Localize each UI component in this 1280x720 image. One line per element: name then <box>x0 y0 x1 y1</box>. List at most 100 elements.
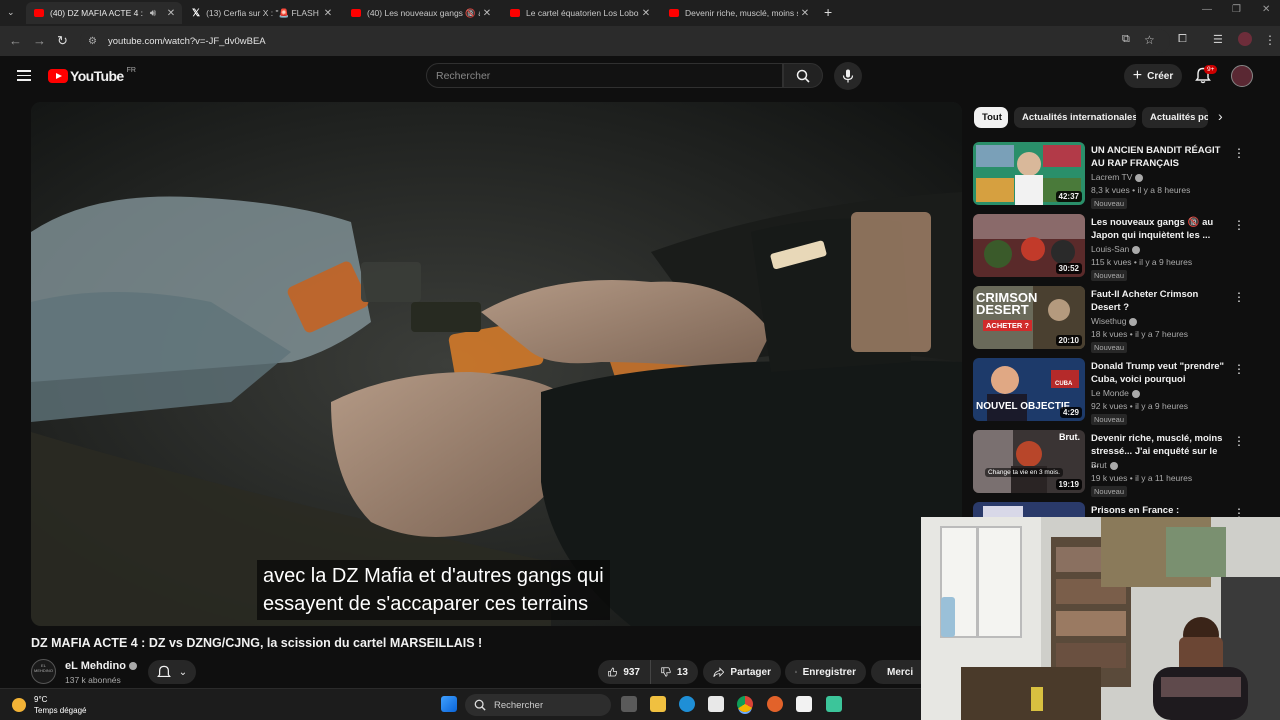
create-button[interactable]: + Créer <box>1124 64 1182 88</box>
video-player[interactable]: avec la DZ Mafia et d'autres gangs qui e… <box>31 102 962 626</box>
recommendation-channel: Le Monde <box>1091 388 1140 398</box>
browser-toolbar: ← → ↻ ⚙︎ youtube.com/watch?v=-JF_dv0wBEA… <box>0 26 1280 56</box>
streamlabs-icon[interactable] <box>826 696 842 712</box>
video-thumbnail[interactable]: CUBA NOUVEL OBJECTIF 4:29 <box>973 358 1085 421</box>
recommendation-item[interactable]: 42:37 UN ANCIEN BANDIT RÉAGIT AU RAP FRA… <box>973 142 1248 209</box>
youtube-logo[interactable]: YouTube FR <box>48 67 136 84</box>
minimize-window-icon[interactable]: — <box>1202 4 1212 15</box>
channel-name[interactable]: eL Mehdino <box>65 660 137 672</box>
close-tab-icon[interactable]: ✕ <box>321 8 335 19</box>
video-thumbnail[interactable]: 42:37 <box>973 142 1085 205</box>
profile-avatar-icon[interactable] <box>1238 32 1252 46</box>
weather-widget[interactable]: 9°C Temps dégagé <box>12 694 86 716</box>
chip-actualites-politiques[interactable]: Actualités po <box>1142 107 1208 128</box>
thanks-button[interactable]: $ Merci <box>871 660 921 684</box>
recommendation-title[interactable]: Faut-Il Acheter Crimson Desert ? <box>1091 288 1227 314</box>
tab-devenir-riche[interactable]: Devenir riche, musclé, moins st ✕ <box>661 2 816 24</box>
chrome-icon[interactable] <box>737 696 753 712</box>
x-favicon-icon: 𝕏 <box>192 7 201 19</box>
bookmark-star-icon[interactable]: ☆ <box>1144 33 1155 47</box>
recommendation-title[interactable]: Donald Trump veut "prendre" Cuba, voici … <box>1091 360 1227 386</box>
microphone-icon <box>842 69 854 83</box>
more-options-icon[interactable]: ⋮ <box>1233 290 1245 304</box>
forward-arrow-icon[interactable]: → <box>33 33 46 48</box>
recommendation-meta: 115 k vues • il y a 9 heures <box>1091 257 1193 267</box>
webcam-overlay <box>921 517 1280 720</box>
firefox-icon[interactable] <box>767 696 783 712</box>
chevron-down-icon: ⌄ <box>178 666 188 678</box>
save-button[interactable]: Enregistrer <box>785 660 866 684</box>
tab-groups-icon[interactable]: ☰ <box>1213 33 1223 46</box>
more-options-icon[interactable]: ⋮ <box>1233 434 1245 448</box>
voice-search-button[interactable] <box>834 62 862 90</box>
new-tab-button[interactable]: + <box>824 4 832 20</box>
share-button[interactable]: Partager <box>703 660 781 684</box>
close-tab-icon[interactable]: ✕ <box>639 8 653 19</box>
url-text[interactable]: youtube.com/watch?v=-JF_dv0wBEA <box>108 36 266 47</box>
windows-start-icon[interactable] <box>441 696 457 712</box>
plus-icon: + <box>1132 67 1143 84</box>
notifications-button[interactable]: 9+ <box>1195 65 1218 89</box>
reload-icon[interactable]: ↻ <box>57 33 68 49</box>
channel-avatar[interactable]: EL MEHDINO <box>31 659 56 684</box>
verified-badge-icon <box>1132 245 1141 254</box>
account-avatar[interactable] <box>1231 65 1253 87</box>
tab-search-chevron-icon[interactable]: ⌄ <box>7 7 15 18</box>
file-explorer-icon[interactable] <box>650 696 666 712</box>
recommendation-item[interactable]: CUBA NOUVEL OBJECTIF 4:29 Donald Trump v… <box>973 358 1248 425</box>
new-badge: Nouveau <box>1091 198 1128 209</box>
more-options-icon[interactable]: ⋮ <box>1233 362 1245 376</box>
more-options-icon[interactable]: ⋮ <box>1233 146 1245 160</box>
dislike-button[interactable]: 13 <box>650 660 698 684</box>
hamburger-menu-icon[interactable] <box>17 70 31 81</box>
close-tab-icon[interactable]: ✕ <box>164 8 178 19</box>
site-info-icon[interactable]: ⚙︎ <box>88 36 100 47</box>
browser-menu-icon[interactable]: ⋮ <box>1264 33 1276 47</box>
recommendation-title[interactable]: UN ANCIEN BANDIT RÉAGIT AU RAP FRANÇAIS <box>1091 144 1227 170</box>
chip-actualites-internationales[interactable]: Actualités internationales <box>1014 107 1136 128</box>
recommendation-item[interactable]: Brut. Change ta vie en 3 mois. 19:19 Dev… <box>973 430 1248 497</box>
more-options-icon[interactable]: ⋮ <box>1233 218 1245 232</box>
recommendation-meta: 18 k vues • il y a 7 heures <box>1091 329 1188 339</box>
search-input[interactable]: Rechercher <box>426 63 783 88</box>
tab-los-lobos[interactable]: Le cartel équatorien Los Lobos ✕ <box>502 2 657 24</box>
new-badge: Nouveau <box>1091 270 1128 281</box>
address-bar[interactable]: ⚙︎ youtube.com/watch?v=-JF_dv0wBEA <box>80 29 1170 53</box>
recommendation-item[interactable]: CRIMSON DESERT ACHETER ? 20:10 Faut-Il A… <box>973 286 1248 353</box>
microsoft-store-icon[interactable] <box>708 696 724 712</box>
video-title: DZ MAFIA ACTE 4 : DZ vs DZNG/CJNG, la sc… <box>31 636 483 650</box>
task-view-icon[interactable] <box>621 696 637 712</box>
close-tab-icon[interactable]: ✕ <box>480 8 494 19</box>
close-tab-icon[interactable]: ✕ <box>798 8 812 19</box>
recommendation-meta: 8,3 k vues • il y a 8 heures <box>1091 185 1191 195</box>
tab-cerfia[interactable]: 𝕏 (13) Cerfia sur X : "🚨 FLASH ✕ <box>184 2 339 24</box>
maximize-window-icon[interactable]: ❐ <box>1232 4 1241 15</box>
capcut-icon[interactable] <box>796 696 812 712</box>
tab-nouveaux-gangs[interactable]: (40) Les nouveaux gangs 🔞 au ✕ <box>343 2 498 24</box>
search-button[interactable] <box>783 63 823 88</box>
subscriber-count: 137 k abonnés <box>65 675 121 685</box>
edge-browser-icon[interactable] <box>679 696 695 712</box>
install-app-icon[interactable]: ⧉ <box>1122 33 1130 46</box>
new-badge: Nouveau <box>1091 414 1128 425</box>
subscribe-notification-button[interactable]: ⌄ <box>148 660 196 684</box>
recommendation-title[interactable]: Les nouveaux gangs 🔞 au Japon qui inquiè… <box>1091 216 1227 242</box>
chips-next-chevron-icon[interactable]: › <box>1218 108 1223 124</box>
recommendation-item[interactable]: 30:52 Les nouveaux gangs 🔞 au Japon qui … <box>973 214 1248 281</box>
like-button[interactable]: 937 <box>598 660 650 684</box>
speaker-icon[interactable]: 🔊︎ <box>146 8 160 19</box>
back-arrow-icon[interactable]: ← <box>9 33 22 48</box>
close-window-icon[interactable]: ✕ <box>1262 4 1270 15</box>
video-thumbnail[interactable]: 30:52 <box>973 214 1085 277</box>
windows-taskbar: 9°C Temps dégagé Rechercher <box>0 688 921 720</box>
video-thumbnail[interactable]: Brut. Change ta vie en 3 mois. 19:19 <box>973 430 1085 493</box>
tab-dz-mafia[interactable]: (40) DZ MAFIA ACTE 4 : DZ 🔊︎ ✕ <box>26 2 182 24</box>
taskbar-search[interactable]: Rechercher <box>465 694 611 716</box>
youtube-favicon-icon <box>351 9 361 17</box>
extensions-icon[interactable]: ⧠ <box>1178 33 1187 46</box>
youtube-favicon-icon <box>669 9 679 17</box>
new-badge: Nouveau <box>1091 342 1128 353</box>
chip-tout[interactable]: Tout <box>974 107 1008 128</box>
weather-temperature: 9°C <box>34 695 48 704</box>
video-thumbnail[interactable]: CRIMSON DESERT ACHETER ? 20:10 <box>973 286 1085 349</box>
